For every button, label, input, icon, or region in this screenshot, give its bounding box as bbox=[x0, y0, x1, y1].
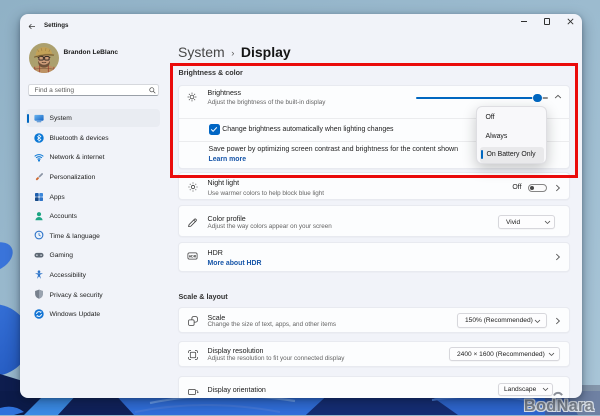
svg-text:HDR: HDR bbox=[189, 255, 197, 259]
